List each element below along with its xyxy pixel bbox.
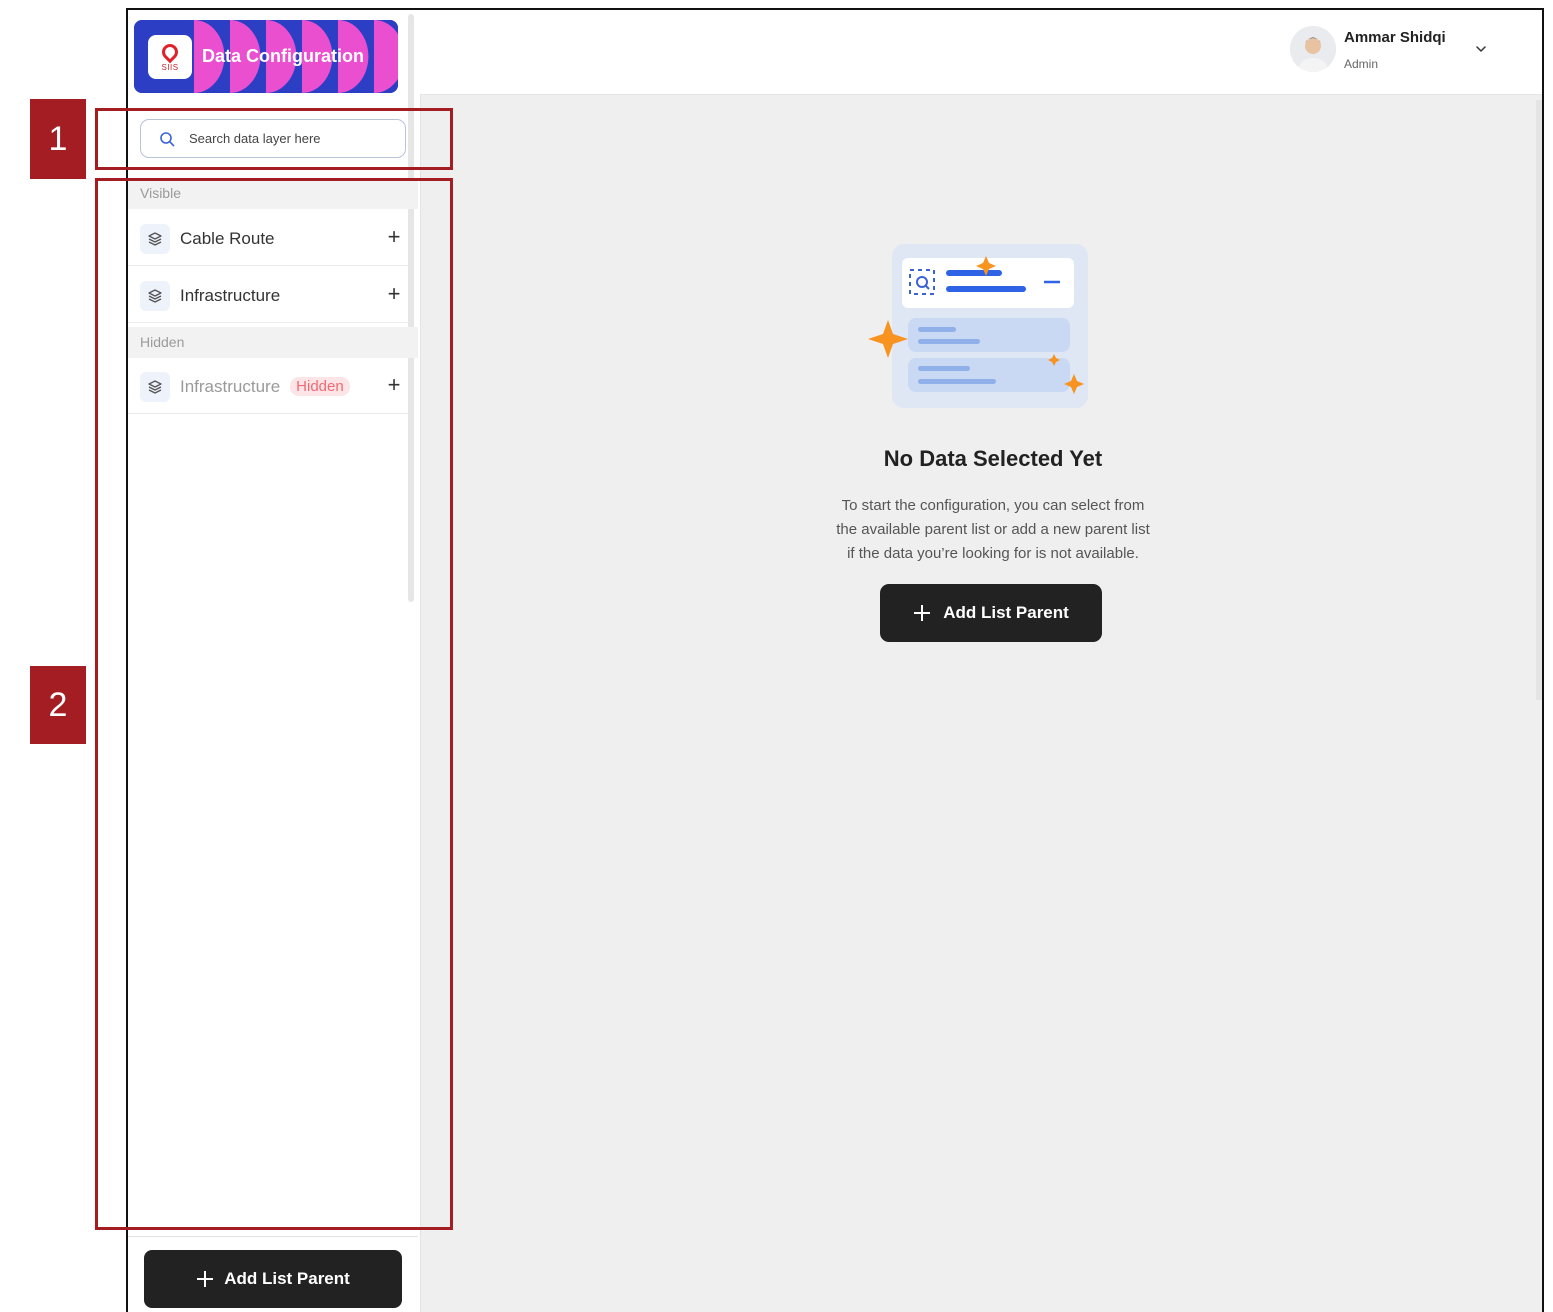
description-line: To start the configuration, you can sele… bbox=[841, 497, 1145, 514]
plus-icon bbox=[197, 1271, 214, 1287]
annotation-box-1 bbox=[95, 108, 453, 170]
description-line: if the data you’re looking for is not av… bbox=[847, 545, 1139, 562]
chevron-down-icon[interactable] bbox=[1474, 42, 1488, 56]
add-button-label: Add List Parent bbox=[943, 603, 1069, 622]
main-add-list-parent-button[interactable]: Add List Parent bbox=[880, 584, 1102, 642]
user-avatar[interactable] bbox=[1290, 26, 1336, 72]
annotation-marker-2: 2 bbox=[30, 666, 86, 744]
main-scrollbar[interactable] bbox=[1536, 100, 1542, 700]
annotation-marker-1: 1 bbox=[30, 99, 86, 179]
siis-logo-icon: SIIS bbox=[148, 35, 192, 79]
plus-icon bbox=[914, 605, 931, 621]
top-bar: Ammar Shidqi Admin bbox=[420, 10, 1542, 95]
logo-subtext: SIIS bbox=[161, 63, 179, 72]
empty-state-description: To start the configuration, you can sele… bbox=[788, 494, 1198, 566]
add-button-label: Add List Parent bbox=[224, 1269, 350, 1288]
app-logo-banner: SIIS Data Configuration bbox=[134, 20, 398, 93]
annotation-box-2 bbox=[95, 178, 453, 1230]
user-name: Ammar Shidqi bbox=[1344, 29, 1446, 46]
sidebar-footer-divider bbox=[128, 1236, 418, 1237]
empty-state-title: No Data Selected Yet bbox=[883, 446, 1103, 471]
user-role: Admin bbox=[1344, 57, 1379, 71]
sidebar-add-list-parent-button[interactable]: Add List Parent bbox=[144, 1250, 402, 1308]
empty-state-illustration bbox=[868, 244, 1088, 408]
app-title: Data Configuration bbox=[202, 46, 364, 66]
description-line: the available parent list or add a new p… bbox=[836, 521, 1150, 538]
